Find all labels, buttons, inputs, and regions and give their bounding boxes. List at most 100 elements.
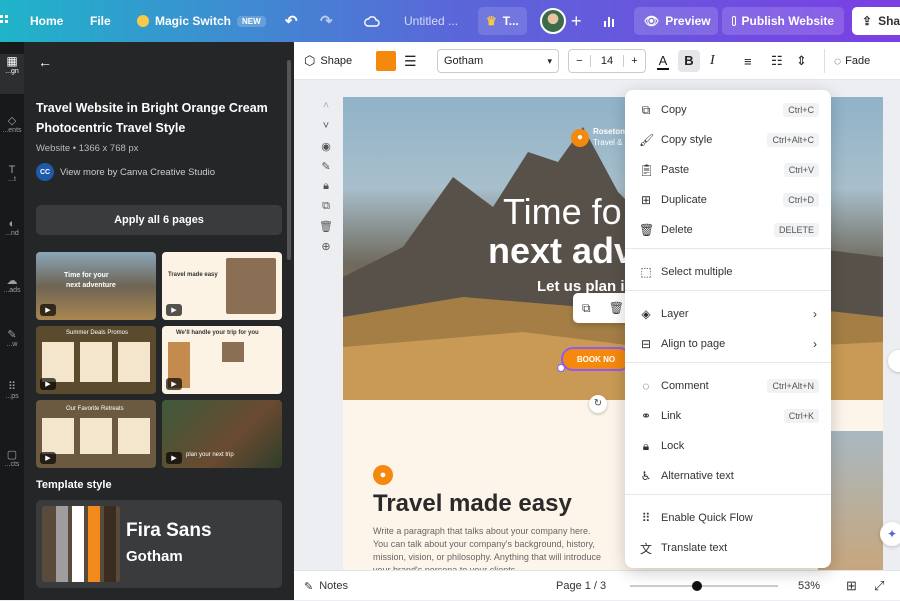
trash-icon[interactable]: 🗑︎: [318, 220, 334, 240]
panel-scrollbar[interactable]: [287, 60, 291, 260]
cloud-save-icon[interactable]: [364, 0, 380, 42]
fullscreen-icon[interactable]: ⤢: [874, 571, 884, 601]
increase-font-button[interactable]: +: [623, 55, 645, 67]
context-menu-item-link[interactable]: ⚭ Link Ctrl+K: [625, 401, 831, 431]
context-menu-item-enable-quick-flow[interactable]: ⠿ Enable Quick Flow: [625, 503, 831, 533]
rail-item-design[interactable]: ▦ ...gn: [0, 54, 24, 94]
team-button[interactable]: ♛ T...: [478, 7, 527, 35]
duplicate-icon: ⊞: [640, 193, 652, 207]
border-style-icon[interactable]: ☰: [404, 42, 417, 80]
chevron-down-icon: ▾: [547, 55, 552, 66]
template-thumbnail[interactable]: Time for your next adventure ▶: [36, 252, 156, 320]
document-title[interactable]: Untitled ...: [404, 0, 458, 42]
context-menu-item-delete[interactable]: 🗑︎ Delete DELETE: [625, 215, 831, 245]
apply-label: Apply all 6 pages: [114, 214, 204, 226]
page-indicator[interactable]: Page 1 / 3: [556, 571, 606, 601]
rail-item-brand[interactable]: ◐ ...nd: [0, 218, 24, 237]
rail-item-elements[interactable]: ◇ ...ents: [0, 114, 24, 134]
rotate-icon[interactable]: ↻: [589, 395, 607, 413]
context-menu-item-copy[interactable]: ⧉ Copy Ctrl+C: [625, 95, 831, 125]
document-title-text: Untitled ...: [404, 14, 459, 28]
italic-button[interactable]: I: [710, 42, 715, 80]
text-color-button[interactable]: A: [657, 42, 669, 80]
resize-handle[interactable]: [557, 364, 565, 372]
rail-item-text[interactable]: T ...t: [0, 164, 24, 183]
hero-headline-line2[interactable]: next adv: [488, 230, 634, 272]
fill-color-button[interactable]: [376, 42, 396, 80]
template-thumbnail[interactable]: Travel made easy ▶: [162, 252, 282, 320]
preview-button[interactable]: 👁 Preview: [634, 7, 718, 35]
color-swatch: [42, 506, 120, 582]
font-select[interactable]: Gotham ▾: [437, 42, 559, 80]
lock-icon[interactable]: 🔒︎: [318, 180, 334, 200]
section-title[interactable]: Travel made easy: [373, 490, 572, 518]
chevron-down-icon[interactable]: ˅: [318, 120, 334, 140]
notes-icon[interactable]: ✎: [318, 160, 334, 180]
spacing-icon[interactable]: ⇕: [796, 42, 807, 80]
shape-button[interactable]: ⬡ Shape: [304, 42, 352, 80]
avatar[interactable]: [540, 0, 566, 42]
copy-icon: ⧉: [641, 102, 651, 117]
font-size-input[interactable]: 14: [591, 55, 623, 67]
template-thumbnail[interactable]: plan your next trip ▶: [162, 400, 282, 468]
zoom-slider-knob[interactable]: [691, 581, 702, 591]
apply-all-pages-button[interactable]: Apply all 6 pages: [36, 205, 282, 235]
decrease-font-button[interactable]: −: [569, 55, 591, 67]
author-link[interactable]: CC View more by Canva Creative Studio: [36, 163, 215, 181]
share-button[interactable]: ⇪ Sha: [852, 7, 900, 35]
font-size-stepper[interactable]: − 14 +: [568, 42, 646, 80]
insights-icon[interactable]: [603, 0, 617, 42]
context-menu-item-translate-text[interactable]: 文 Translate text: [625, 533, 831, 563]
undo-icon[interactable]: ↶: [285, 0, 298, 42]
toolbar-divider: [824, 49, 825, 73]
thumb-text: next adventure: [66, 282, 116, 289]
zoom-level[interactable]: 53%: [798, 571, 820, 601]
hero-headline-line1[interactable]: Time fo: [503, 191, 622, 233]
context-menu-item-alternative-text[interactable]: ♿︎ Alternative text: [625, 461, 831, 491]
file-menu-button[interactable]: File: [90, 0, 111, 42]
home-button[interactable]: Home: [30, 0, 63, 42]
duplicate-page-icon[interactable]: ⧉: [318, 200, 334, 220]
context-menu-item-paste[interactable]: 📋︎ Paste Ctrl+V: [625, 155, 831, 185]
rail-item-uploads[interactable]: ☁ ...ads: [0, 274, 24, 294]
rail-item-draw[interactable]: ✎ ...w: [0, 328, 24, 348]
context-menu-item-select-multiple[interactable]: ⬚ Select multiple: [625, 257, 831, 287]
magic-assistant-icon[interactable]: ✦: [880, 522, 900, 546]
duplicate-icon[interactable]: ⧉: [582, 301, 591, 316]
magic-switch-button[interactable]: Magic Switch NEW: [137, 0, 266, 42]
chevron-up-icon[interactable]: ˄: [318, 100, 334, 120]
redo-icon[interactable]: ↷: [320, 0, 333, 42]
trash-icon[interactable]: 🗑︎: [609, 301, 624, 315]
book-now-button[interactable]: BOOK NO: [561, 347, 631, 371]
notes-button[interactable]: ✎ Notes: [304, 571, 348, 601]
rail-label: ...ps: [5, 393, 19, 400]
template-thumbnail[interactable]: We'll handle your trip for you ▶: [162, 326, 282, 394]
menu-item-label: Copy style: [661, 134, 713, 146]
menu-icon[interactable]: [0, 0, 16, 42]
zoom-slider-track[interactable]: [630, 581, 778, 591]
template-style-card[interactable]: Fira Sans Gotham: [36, 500, 282, 588]
eye-icon[interactable]: ◉: [318, 140, 334, 160]
add-page-icon[interactable]: ⊕: [318, 240, 334, 260]
context-menu-item-align-to-page[interactable]: ⊟ Align to page ›: [625, 329, 831, 359]
back-arrow-icon[interactable]: ←: [38, 54, 52, 70]
grid-view-icon[interactable]: ⊞: [846, 571, 857, 601]
context-menu-item-duplicate[interactable]: ⊞ Duplicate Ctrl+D: [625, 185, 831, 215]
menu-item-label: Delete: [661, 224, 693, 236]
rail-item-apps[interactable]: ⠿ ...ps: [0, 380, 24, 400]
context-menu-item-lock[interactable]: 🔒︎ Lock: [625, 431, 831, 461]
template-title: Travel Website in Bright Orange Cream Ph…: [36, 101, 268, 135]
bold-button[interactable]: B: [678, 42, 700, 80]
thumb-card: [42, 342, 74, 382]
rail-item-projects[interactable]: ▢ ...cts: [0, 448, 24, 468]
animate-fade-button[interactable]: ◌ Fade: [834, 42, 870, 80]
add-collaborator-icon[interactable]: +: [571, 0, 582, 42]
context-menu-item-layer[interactable]: ◈ Layer ›: [625, 299, 831, 329]
align-text-icon[interactable]: ≡: [744, 42, 752, 80]
context-menu-item-copy-style[interactable]: 🖌︎ Copy style Ctrl+Alt+C: [625, 125, 831, 155]
template-thumbnail[interactable]: Summer Deals Promos ▶: [36, 326, 156, 394]
list-icon[interactable]: ☷: [771, 42, 783, 80]
template-thumbnail[interactable]: Our Favorite Retreats ▶: [36, 400, 156, 468]
publish-website-button[interactable]: Publish Website: [722, 7, 844, 35]
context-menu-item-comment[interactable]: ◌ Comment Ctrl+Alt+N: [625, 371, 831, 401]
